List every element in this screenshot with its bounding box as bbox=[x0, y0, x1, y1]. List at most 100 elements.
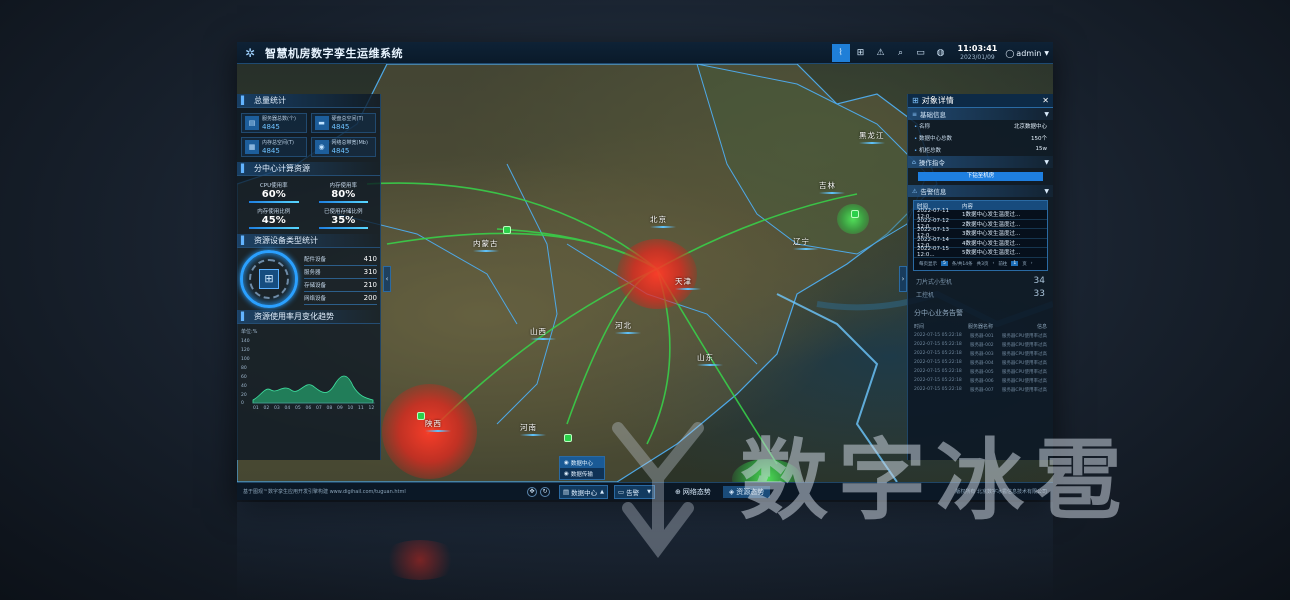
app-title: 智慧机房数字孪生运维系统 bbox=[265, 46, 403, 60]
cell-time: 2022-07-15 05:22:18 bbox=[914, 360, 962, 365]
trend-x-axis: 01 02 03 04 05 06 07 08 09 10 11 12 bbox=[253, 405, 374, 410]
device-type-row: 存储设备 210 bbox=[304, 279, 377, 292]
globe-icon[interactable]: ◍ bbox=[932, 44, 950, 62]
x-tick: 01 bbox=[253, 405, 259, 410]
cell-time: 2022-07-15 05:22:18 bbox=[914, 351, 962, 356]
section-title: 资源设备类型统计 bbox=[254, 236, 318, 245]
datacenter-icon: ◉ bbox=[564, 459, 569, 466]
section-compute: ▌ 分中心计算资源 bbox=[237, 162, 380, 176]
message-icon[interactable]: ▭ bbox=[912, 44, 930, 62]
label-liaoning: 辽宁 bbox=[793, 236, 819, 250]
device-type-label: 存储设备 bbox=[304, 283, 327, 289]
info-value: 150个 bbox=[1031, 136, 1047, 142]
server-icon: ▤ bbox=[245, 116, 259, 130]
info-row: 名称 北京数据中心 bbox=[908, 120, 1053, 132]
command-title: 操作指令 bbox=[918, 159, 945, 167]
metric-value: 35% bbox=[331, 215, 356, 226]
datacenter-node[interactable] bbox=[503, 226, 511, 234]
watermark-text: 数字冰雹 bbox=[740, 429, 1133, 532]
reset-icon[interactable]: ↻ bbox=[540, 487, 550, 497]
pager-goto: 前往 bbox=[998, 261, 1008, 267]
metric-value: 45% bbox=[261, 215, 286, 226]
metric-label: 内存使用率 bbox=[329, 183, 357, 189]
cell-content: 2数据中心发生温度过... bbox=[962, 221, 1021, 228]
transfer-icon: ◉ bbox=[564, 470, 569, 477]
metric-storage-ratio: 已使用存储比例 35% bbox=[309, 207, 379, 229]
trend-y-axis: 140 120 100 80 60 40 20 0 bbox=[241, 338, 250, 406]
x-tick: 12 bbox=[369, 405, 375, 410]
section-device-types: ▌ 资源设备类型统计 bbox=[237, 234, 380, 248]
datacenter-node[interactable] bbox=[417, 412, 425, 420]
alarm-header[interactable]: ⚠ 告警信息 ▼ bbox=[908, 185, 1053, 197]
column-header: 服务器名称 bbox=[967, 323, 993, 330]
stat-value: 4845 bbox=[262, 122, 280, 131]
menu-item-label: 数据传输 bbox=[570, 471, 593, 478]
x-tick: 03 bbox=[274, 405, 280, 410]
cell-time: 2022-07-15 05:22:18 bbox=[914, 369, 962, 374]
section-icon: ▌ bbox=[241, 96, 248, 105]
disk-icon: ▬ bbox=[314, 116, 329, 130]
y-tick: 100 bbox=[241, 356, 250, 362]
collapse-right-panel-button[interactable]: › bbox=[899, 266, 907, 292]
basic-info-header[interactable]: ≡ 基础信息 ▼ bbox=[908, 108, 1053, 120]
metric-cpu-usage: CPU使用率 60% bbox=[239, 181, 309, 203]
warning-icon: ⚠ bbox=[912, 187, 918, 195]
user-menu[interactable]: ◯ admin ▼ bbox=[1005, 49, 1049, 58]
table-row[interactable]: 2022-07-15 12:0... 5数据中心发生温度过... bbox=[914, 246, 1047, 258]
chart-icon[interactable]: ⌇ bbox=[831, 44, 850, 62]
alarm-hotspot-beijing[interactable] bbox=[617, 239, 697, 309]
search-icon[interactable]: ⌕ bbox=[892, 44, 910, 62]
page-size-select[interactable]: 5 bbox=[941, 261, 948, 266]
cell-server: 服务器-003 bbox=[969, 352, 994, 357]
section-title: 分中心计算资源 bbox=[254, 164, 310, 173]
page-input[interactable]: 1 bbox=[1011, 261, 1019, 266]
pager-next-button[interactable]: › bbox=[1031, 261, 1033, 266]
dim-stat-value: 34 bbox=[1033, 276, 1045, 286]
stat-label: 网络总带宽(Mb) bbox=[331, 139, 368, 146]
layer-icon: ▤ bbox=[563, 488, 570, 496]
command-header[interactable]: ⌂ 操作指令 ▼ bbox=[908, 156, 1053, 168]
datacenter-node[interactable] bbox=[564, 434, 572, 442]
chevron-down-icon: ▼ bbox=[1044, 49, 1049, 57]
device-type-row: 网络设备 200 bbox=[304, 292, 377, 305]
table-row: 2022-07-15 05:22:18 服务器-006 服务器CPU使用率过高 bbox=[908, 377, 1053, 386]
pager-total: 条/共14条 bbox=[951, 261, 973, 267]
datacenter-hotspot-jilin[interactable] bbox=[837, 204, 869, 234]
cell-server: 服务器-005 bbox=[969, 370, 994, 375]
alarm-title: 告警信息 bbox=[920, 188, 947, 196]
device-type-row: 服务器 310 bbox=[304, 266, 377, 279]
y-tick: 60 bbox=[241, 374, 247, 380]
dim-stat-label: 刀片式小型机 bbox=[916, 278, 953, 286]
trend-chart: 单位:% 140 120 100 80 60 40 20 0 01 02 03 bbox=[237, 324, 380, 412]
biz-alarm-title: 分中心业务告警 bbox=[914, 308, 963, 317]
cell-info: 服务器CPU使用率过高 bbox=[1001, 379, 1047, 384]
y-tick: 80 bbox=[241, 365, 247, 371]
info-icon: ≡ bbox=[912, 110, 918, 118]
y-tick: 40 bbox=[241, 383, 247, 389]
y-tick: 20 bbox=[241, 392, 247, 398]
section-icon: ▌ bbox=[241, 312, 248, 321]
device-type-label: 配件设备 bbox=[304, 257, 327, 263]
collapse-left-panel-button[interactable]: ‹ bbox=[383, 266, 391, 292]
warning-icon[interactable]: ⚠ bbox=[872, 44, 890, 62]
section-trend: ▌ 资源使用率月变化趋势 bbox=[237, 310, 380, 324]
cell-time: 2022-07-15 05:22:18 bbox=[914, 333, 962, 338]
grid-icon[interactable]: ⊞ bbox=[852, 44, 870, 62]
metric-bar bbox=[318, 227, 368, 229]
device-type-value: 210 bbox=[363, 281, 377, 289]
metric-bar bbox=[249, 201, 299, 203]
compass-icon[interactable]: ✥ bbox=[527, 487, 537, 497]
cell-info: 服务器CPU使用率过高 bbox=[1001, 334, 1047, 339]
network-icon: ◉ bbox=[314, 140, 329, 154]
column-header: 内容 bbox=[962, 203, 974, 210]
datacenter-node[interactable] bbox=[851, 210, 859, 218]
stat-label: 硬盘总空间(T) bbox=[331, 115, 364, 122]
drill-down-button[interactable]: 下钻至机房 bbox=[918, 172, 1043, 181]
cell-content: 4数据中心发生温度过... bbox=[962, 240, 1021, 247]
close-icon[interactable]: ✕ bbox=[1042, 96, 1049, 105]
device-stats-dim: 刀片式小型机 34 工控机 33 bbox=[908, 271, 1053, 305]
cell-time: 2022-07-15 05:22:18 bbox=[914, 378, 962, 383]
section-icon: ▌ bbox=[241, 236, 248, 245]
pager-prev-button[interactable]: ‹ bbox=[993, 261, 995, 266]
device-type-value: 410 bbox=[363, 255, 377, 263]
